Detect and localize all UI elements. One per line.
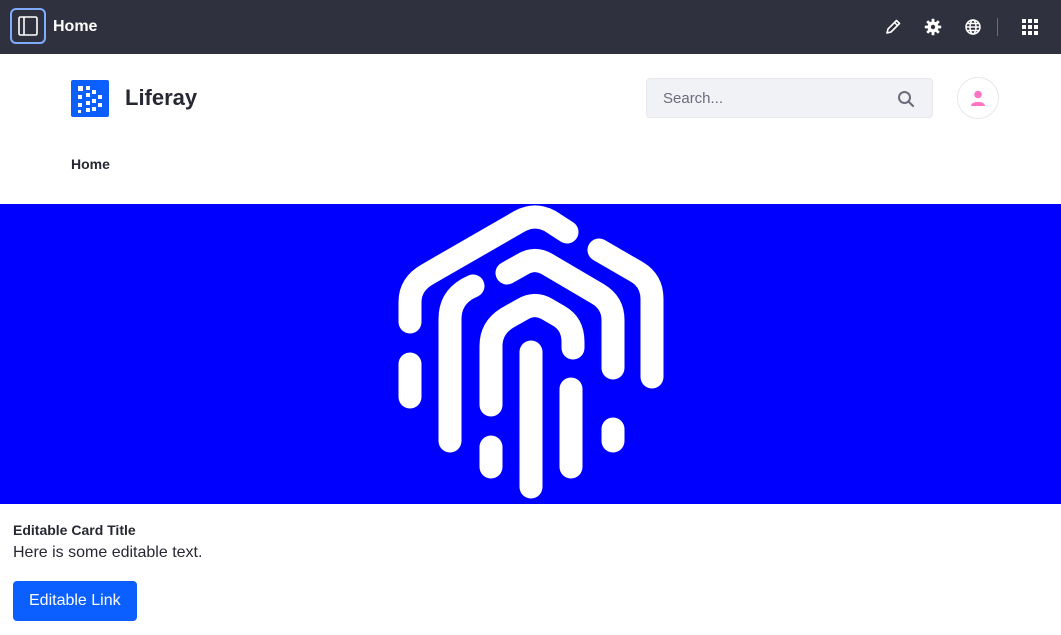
search-icon[interactable]: [897, 90, 915, 108]
site-name[interactable]: Liferay: [125, 85, 197, 111]
search-bar[interactable]: [646, 78, 933, 118]
fingerprint-icon: [398, 205, 664, 499]
menu-divider: [997, 18, 998, 36]
search-input[interactable]: [647, 79, 887, 117]
editable-link-button[interactable]: Editable Link: [13, 581, 137, 621]
liferay-logo[interactable]: [71, 80, 109, 117]
globe-icon: [965, 19, 981, 35]
apps-grid-icon: [1022, 19, 1038, 35]
card-text: Here is some editable text.: [13, 544, 203, 561]
banner-image: [0, 204, 1061, 504]
user-avatar-button[interactable]: [957, 77, 999, 119]
panel-toggle-icon: [18, 16, 38, 36]
control-menu: Home: [0, 0, 1061, 54]
breadcrumb[interactable]: Home: [71, 156, 110, 172]
page-title: Home: [53, 18, 98, 35]
card-title: Editable Card Title: [13, 522, 136, 538]
settings-icon: [924, 18, 942, 36]
edit-icon: [886, 19, 901, 34]
settings-button[interactable]: [923, 17, 943, 37]
apps-menu-button[interactable]: [1020, 17, 1040, 37]
panel-toggle-button[interactable]: [10, 8, 46, 44]
edit-button[interactable]: [883, 17, 903, 37]
user-icon: [971, 90, 985, 106]
globe-button[interactable]: [963, 17, 983, 37]
